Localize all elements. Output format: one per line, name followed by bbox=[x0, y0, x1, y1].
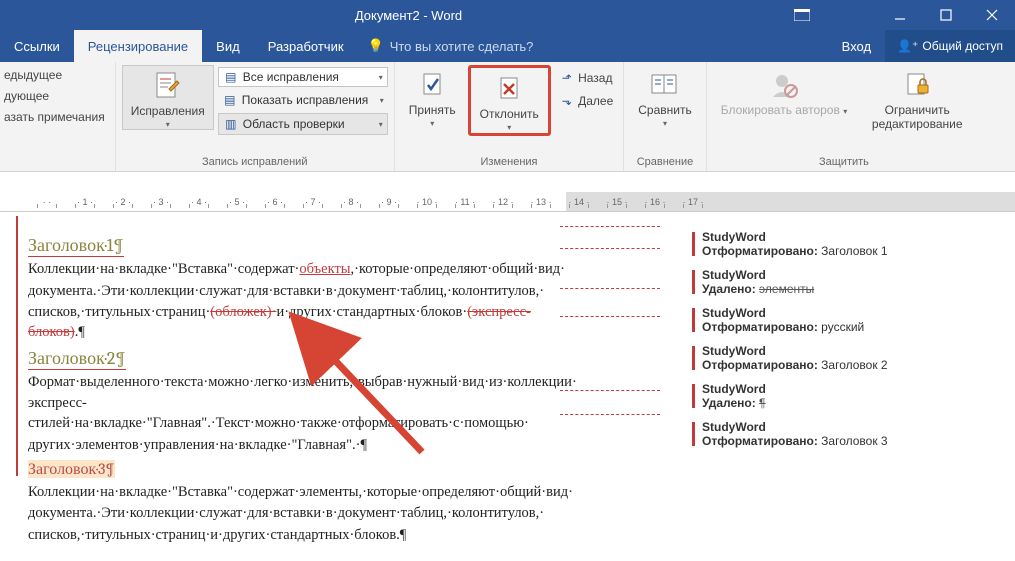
tab-view[interactable]: Вид bbox=[202, 30, 254, 62]
balloon-connector bbox=[560, 390, 660, 391]
block-authors-icon bbox=[768, 69, 800, 101]
tab-developer[interactable]: Разработчик bbox=[254, 30, 358, 62]
next-comment-button[interactable]: дующее bbox=[0, 86, 109, 106]
reject-icon bbox=[493, 73, 525, 105]
accept-icon bbox=[416, 69, 448, 101]
login-button[interactable]: Вход bbox=[828, 39, 885, 54]
titlebar: Документ2 - Word bbox=[0, 0, 1015, 30]
revision-balloon[interactable]: StudyWordОтформатировано: русский bbox=[692, 306, 1005, 334]
group-label-compare: Сравнение bbox=[630, 154, 699, 171]
tab-review[interactable]: Рецензирование bbox=[74, 30, 202, 62]
balloon-connector bbox=[560, 414, 660, 415]
group-changes: Принять ▾ Отклонить ▾ ⬏ Назад ⬎ Далее Из… bbox=[395, 62, 624, 171]
paragraph[interactable]: списков,·титульных·страниц·и·других·стан… bbox=[28, 526, 586, 546]
heading-2[interactable]: Заголовок·2¶ bbox=[28, 347, 586, 371]
pane-icon: ▥ bbox=[223, 116, 239, 132]
balloon-author: StudyWord bbox=[702, 344, 1005, 358]
balloon-author: StudyWord bbox=[702, 382, 1005, 396]
reviewing-pane-dropdown[interactable]: ▥ Область проверки ▾ bbox=[218, 113, 388, 135]
revisions-pane: StudyWordОтформатировано: Заголовок 1Stu… bbox=[670, 212, 1015, 561]
balloon-connector bbox=[560, 316, 660, 317]
group-comments: едыдущее дующее азать примечания bbox=[0, 62, 116, 171]
maximize-icon[interactable] bbox=[923, 0, 969, 30]
page[interactable]: Заголовок·1¶ Коллекции·на·вкладке·"Встав… bbox=[0, 212, 670, 561]
lightbulb-icon: 💡 bbox=[368, 38, 384, 54]
deleted-text: (обложек)· bbox=[210, 304, 276, 320]
block-authors-button: Блокировать авторов ▾ bbox=[713, 65, 856, 117]
next-change-button[interactable]: ⬎ Далее bbox=[555, 90, 618, 112]
reject-button[interactable]: Отклонить ▾ bbox=[472, 69, 547, 132]
balloon-author: StudyWord bbox=[702, 306, 1005, 320]
window-title: Документ2 - Word bbox=[40, 8, 777, 23]
paragraph[interactable]: документа.·Эти·коллекции·служат·для·вста… bbox=[28, 282, 586, 302]
group-compare: Сравнить ▾ Сравнение bbox=[624, 62, 706, 171]
group-protect: Блокировать авторов ▾ Ограничить редакти… bbox=[707, 62, 982, 171]
heading-1[interactable]: Заголовок·1¶ bbox=[28, 234, 586, 258]
revision-balloon[interactable]: StudyWordОтформатировано: Заголовок 2 bbox=[692, 344, 1005, 372]
compare-icon bbox=[649, 69, 681, 101]
balloon-author: StudyWord bbox=[702, 420, 1005, 434]
next-arrow-icon: ⬎ bbox=[559, 93, 575, 109]
restrict-editing-button[interactable]: Ограничить редактирование bbox=[859, 65, 975, 131]
chevron-down-icon: ▾ bbox=[379, 120, 383, 129]
balloon-connector bbox=[560, 288, 660, 289]
chevron-down-icon: ▾ bbox=[843, 107, 847, 116]
paragraph[interactable]: Коллекции·на·вкладке·"Вставка"·содержат·… bbox=[28, 483, 586, 503]
chevron-down-icon: ▾ bbox=[379, 73, 383, 82]
paragraph[interactable]: экспресс-стилей·на·вкладке·"Главная".·Те… bbox=[28, 394, 586, 433]
chevron-down-icon: ▾ bbox=[663, 119, 667, 128]
chevron-down-icon: ▾ bbox=[166, 120, 170, 129]
show-comments-button[interactable]: азать примечания bbox=[0, 107, 109, 127]
track-changes-icon bbox=[152, 70, 184, 102]
paragraph[interactable]: других·элементов·управления·на·вкладке·"… bbox=[28, 436, 586, 456]
revision-balloon[interactable]: StudyWordОтформатировано: Заголовок 3 bbox=[692, 420, 1005, 448]
change-bar bbox=[16, 216, 18, 476]
reject-highlighted: Отклонить ▾ bbox=[468, 65, 551, 136]
balloon-connector bbox=[560, 248, 660, 249]
ribbon: едыдущее дующее азать примечания Исправл… bbox=[0, 62, 1015, 172]
chevron-down-icon: ▾ bbox=[380, 96, 384, 105]
heading-3[interactable]: Заголовок·3¶ bbox=[28, 459, 586, 481]
balloon-author: StudyWord bbox=[702, 230, 1005, 244]
doc-icon: ▤ bbox=[222, 92, 238, 108]
minimize-icon[interactable] bbox=[877, 0, 923, 30]
paragraph[interactable]: документа.·Эти·коллекции·служат·для·вста… bbox=[28, 504, 586, 524]
display-for-review-dropdown[interactable]: ▤ Все исправления ▾ bbox=[218, 67, 388, 87]
paragraph[interactable]: списков,·титульных·страниц·(обложек)·и·д… bbox=[28, 303, 586, 342]
share-person-icon: 👤⁺ bbox=[897, 39, 918, 53]
balloon-author: StudyWord bbox=[702, 268, 1005, 282]
revision-balloon[interactable]: StudyWordУдалено: ¶ bbox=[692, 382, 1005, 410]
ribbon-tabs: Ссылки Рецензирование Вид Разработчик 💡 … bbox=[0, 30, 1015, 62]
group-label-tracking: Запись исправлений bbox=[122, 154, 388, 171]
group-label-changes: Изменения bbox=[401, 154, 617, 171]
prev-comment-button[interactable]: едыдущее bbox=[0, 65, 109, 85]
restrict-icon bbox=[901, 69, 933, 101]
group-tracking: Исправления ▾ ▤ Все исправления ▾ ▤ Пока… bbox=[116, 62, 395, 171]
show-markup-dropdown[interactable]: ▤ Показать исправления ▾ bbox=[218, 90, 388, 110]
inserted-text: объекты bbox=[299, 261, 350, 277]
previous-change-button[interactable]: ⬏ Назад bbox=[555, 67, 618, 89]
compare-button[interactable]: Сравнить ▾ bbox=[630, 65, 699, 128]
close-icon[interactable] bbox=[969, 0, 1015, 30]
paragraph[interactable]: Формат·выделенного·текста·можно·легко·из… bbox=[28, 373, 586, 393]
document-area: Заголовок·1¶ Коллекции·на·вкладке·"Встав… bbox=[0, 212, 1015, 561]
share-button[interactable]: 👤⁺ Общий доступ bbox=[885, 30, 1015, 62]
balloon-connector bbox=[560, 226, 660, 227]
doc-icon: ▤ bbox=[223, 69, 239, 85]
accept-button[interactable]: Принять ▾ bbox=[401, 65, 464, 128]
revision-balloon[interactable]: StudyWordУдалено: элементы bbox=[692, 268, 1005, 296]
prev-arrow-icon: ⬏ bbox=[559, 70, 575, 86]
track-changes-button[interactable]: Исправления ▾ bbox=[122, 65, 214, 130]
tab-references[interactable]: Ссылки bbox=[0, 30, 74, 62]
horizontal-ruler[interactable]: · ·· 1 ·· 2 ·· 3 ·· 4 ·· 5 ·· 6 ·· 7 ·· … bbox=[0, 192, 1015, 212]
group-label-protect: Защитить bbox=[713, 154, 976, 171]
chevron-down-icon: ▾ bbox=[430, 119, 434, 128]
tell-me-search[interactable]: 💡 Что вы хотите сделать? bbox=[358, 30, 544, 62]
paragraph[interactable]: Коллекции·на·вкладке·"Вставка"·содержат·… bbox=[28, 260, 586, 280]
chevron-down-icon: ▾ bbox=[507, 123, 511, 132]
revision-balloon[interactable]: StudyWordОтформатировано: Заголовок 1 bbox=[692, 230, 1005, 258]
ribbon-display-options-icon[interactable] bbox=[777, 0, 827, 30]
